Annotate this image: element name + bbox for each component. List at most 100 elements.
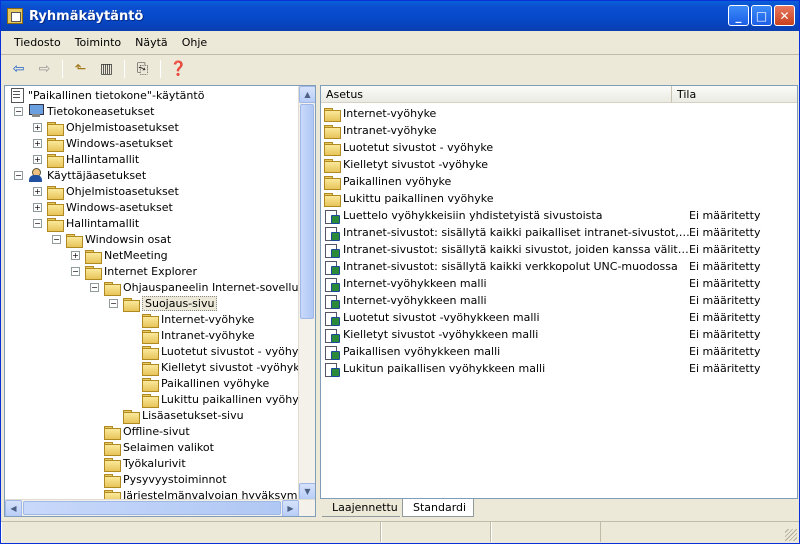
tree-node[interactable]: Suojaus-sivu xyxy=(123,295,218,312)
folder-icon xyxy=(142,393,159,408)
scroll-down-button[interactable]: ▼ xyxy=(299,483,315,500)
tree-node[interactable]: Lisäasetukset-sivu xyxy=(123,407,244,424)
folder-icon xyxy=(324,107,341,122)
app-icon[interactable] xyxy=(7,8,23,24)
tree-node[interactable]: Paikallinen vyöhyke xyxy=(142,375,269,392)
tree-node[interactable]: Hallintamallit xyxy=(47,215,139,232)
setting-name: Intranet-sivustot: sisällytä kaikki paik… xyxy=(343,226,693,239)
tree-node-label: Ohjelmistoasetukset xyxy=(66,184,179,198)
tree-expand-button[interactable]: + xyxy=(33,139,42,148)
tree-horizontal-scrollbar[interactable]: ◀ ▶ xyxy=(5,499,315,516)
scroll-right-button[interactable]: ▶ xyxy=(282,500,299,516)
list-item[interactable]: Lukitun paikallisen vyöhykkeen malli Ei m… xyxy=(321,360,797,377)
up-level-button[interactable]: ⬑ xyxy=(69,58,92,80)
resize-grip[interactable] xyxy=(785,529,797,541)
tree-node[interactable]: Offline-sivut xyxy=(104,423,190,440)
tree-expand-button[interactable]: + xyxy=(33,155,42,164)
tree-expand-button[interactable]: + xyxy=(33,203,42,212)
tree-node-label: Luotetut sivustot - vyöhyke xyxy=(161,344,299,358)
menu-help[interactable]: Ohje xyxy=(175,36,214,49)
tree-node[interactable]: NetMeeting xyxy=(85,247,168,264)
tree-node[interactable]: Ohjauspaneelin Internet-sovellus xyxy=(104,279,299,296)
menu-view[interactable]: Näytä xyxy=(128,36,175,49)
list-item[interactable]: Paikallinen vyöhyke xyxy=(321,173,797,190)
list-item[interactable]: Intranet-sivustot: sisällytä kaikki paik… xyxy=(321,224,797,241)
tree-node[interactable]: Intranet-vyöhyke xyxy=(142,327,255,344)
tree-collapse-button[interactable]: − xyxy=(52,235,61,244)
list-item[interactable]: Intranet-sivustot: sisällytä kaikki sivu… xyxy=(321,241,797,258)
tab-standard[interactable]: Standardi xyxy=(402,499,474,517)
tree-collapse-button[interactable]: − xyxy=(109,299,118,308)
title-bar[interactable]: Ryhmäkäytäntö _ □ ✕ xyxy=(1,1,799,31)
folder-open-icon xyxy=(123,297,140,312)
list-item[interactable]: Intranet-vyöhyke xyxy=(321,122,797,139)
tree-node-label: Pysyvyystoiminnot xyxy=(123,472,227,486)
tab-extended[interactable]: Laajennettu xyxy=(322,499,400,517)
folder-icon xyxy=(142,361,159,376)
list-item[interactable]: Lukittu paikallinen vyöhyke xyxy=(321,190,797,207)
scroll-left-button[interactable]: ◀ xyxy=(5,500,22,516)
setting-name: Lukittu paikallinen vyöhyke xyxy=(343,192,494,205)
tree-scroll-thumb[interactable] xyxy=(300,104,314,319)
menu-file[interactable]: Tiedosto xyxy=(1,36,68,49)
list-item[interactable]: Internet-vyöhykkeen malli Ei määritetty xyxy=(321,292,797,309)
scroll-up-button[interactable]: ▲ xyxy=(299,86,315,103)
column-header-state[interactable]: Tila xyxy=(672,86,797,103)
list-item[interactable]: Luotetut sivustot -vyöhykkeen malli Ei mä… xyxy=(321,309,797,326)
tree-node[interactable]: Tietokoneasetukset xyxy=(28,103,154,119)
tree-node[interactable]: Selaimen valikot xyxy=(104,439,214,456)
setting-name: Internet-vyöhyke xyxy=(343,107,437,120)
help-button[interactable]: ❓ xyxy=(167,58,190,80)
tree-collapse-button[interactable]: − xyxy=(90,283,99,292)
list-item[interactable]: Paikallisen vyöhykkeen malli Ei määritett… xyxy=(321,343,797,360)
tree-node[interactable]: Windowsin osat xyxy=(66,231,171,248)
list-item[interactable]: Luettelo vyöhykkeisiin yhdistetyistä siv… xyxy=(321,207,797,224)
tree-hscroll-thumb[interactable] xyxy=(23,501,281,515)
back-button[interactable]: ⇦ xyxy=(7,58,30,80)
tree-vertical-scrollbar[interactable]: ▲ ▼ xyxy=(298,86,315,500)
tree-node[interactable]: Hallintamallit xyxy=(47,151,139,168)
status-panel xyxy=(381,522,491,542)
list-item[interactable]: Intranet-sivustot: sisällytä kaikki verk… xyxy=(321,258,797,275)
tree-collapse-button[interactable]: − xyxy=(33,219,42,228)
tree-collapse-button[interactable]: − xyxy=(71,267,80,276)
menu-action[interactable]: Toiminto xyxy=(68,36,128,49)
list-item[interactable]: Internet-vyöhykkeen malli Ei määritetty xyxy=(321,275,797,292)
column-header-setting[interactable]: Asetus xyxy=(321,86,672,103)
export-list-button[interactable]: ⎘ xyxy=(131,58,154,80)
tree-node[interactable]: Windows-asetukset xyxy=(47,199,173,216)
policy-setting-icon xyxy=(324,345,340,360)
tree-node[interactable]: "Paikallinen tietokone"-käytäntö xyxy=(9,87,204,103)
list-item[interactable]: Internet-vyöhyke xyxy=(321,105,797,122)
tree-expand-button[interactable]: + xyxy=(33,187,42,196)
list-item[interactable]: Kielletyt sivustot -vyöhykkeen malli Ei m… xyxy=(321,326,797,343)
maximize-button[interactable]: □ xyxy=(751,5,772,26)
tree-node[interactable]: Luotetut sivustot - vyöhyke xyxy=(142,343,299,360)
tree-collapse-button[interactable]: − xyxy=(14,107,23,116)
minimize-button[interactable]: _ xyxy=(728,5,749,26)
close-button[interactable]: ✕ xyxy=(774,5,795,26)
list-item[interactable]: Luotetut sivustot - vyöhyke xyxy=(321,139,797,156)
toolbar-separator xyxy=(62,60,63,78)
tree-node[interactable]: Windows-asetukset xyxy=(47,135,173,152)
tree-expand-button[interactable]: + xyxy=(33,123,42,132)
tree-node[interactable]: Kielletyt sivustot -vyöhyke xyxy=(142,359,299,376)
tree-node[interactable]: Pysyvyystoiminnot xyxy=(104,471,227,488)
tree-node-label: "Paikallinen tietokone"-käytäntö xyxy=(28,88,205,102)
folder-icon xyxy=(104,457,121,472)
setting-state: Ei määritetty xyxy=(689,260,761,273)
tree-node[interactable]: Käyttäjäasetukset xyxy=(28,167,146,183)
tree-expand-button[interactable]: + xyxy=(71,251,80,260)
show-tree-button[interactable]: ▥ xyxy=(95,58,118,80)
tree-node[interactable]: Lukittu paikallinen vyöhyke xyxy=(142,391,299,408)
policy-setting-icon xyxy=(324,243,340,258)
tree-node[interactable]: Internet-vyöhyke xyxy=(142,311,254,328)
tree-node[interactable]: Ohjelmistoasetukset xyxy=(47,119,179,136)
list-item[interactable]: Kielletyt sivustot -vyöhyke xyxy=(321,156,797,173)
tree-node[interactable]: Työkalurivit xyxy=(104,455,186,472)
tree-collapse-button[interactable]: − xyxy=(14,171,23,180)
tree-node-label: Työkalurivit xyxy=(123,456,186,470)
tree-node[interactable]: Internet Explorer xyxy=(85,263,197,280)
forward-button[interactable]: ⇨ xyxy=(33,58,56,80)
tree-node[interactable]: Ohjelmistoasetukset xyxy=(47,183,179,200)
